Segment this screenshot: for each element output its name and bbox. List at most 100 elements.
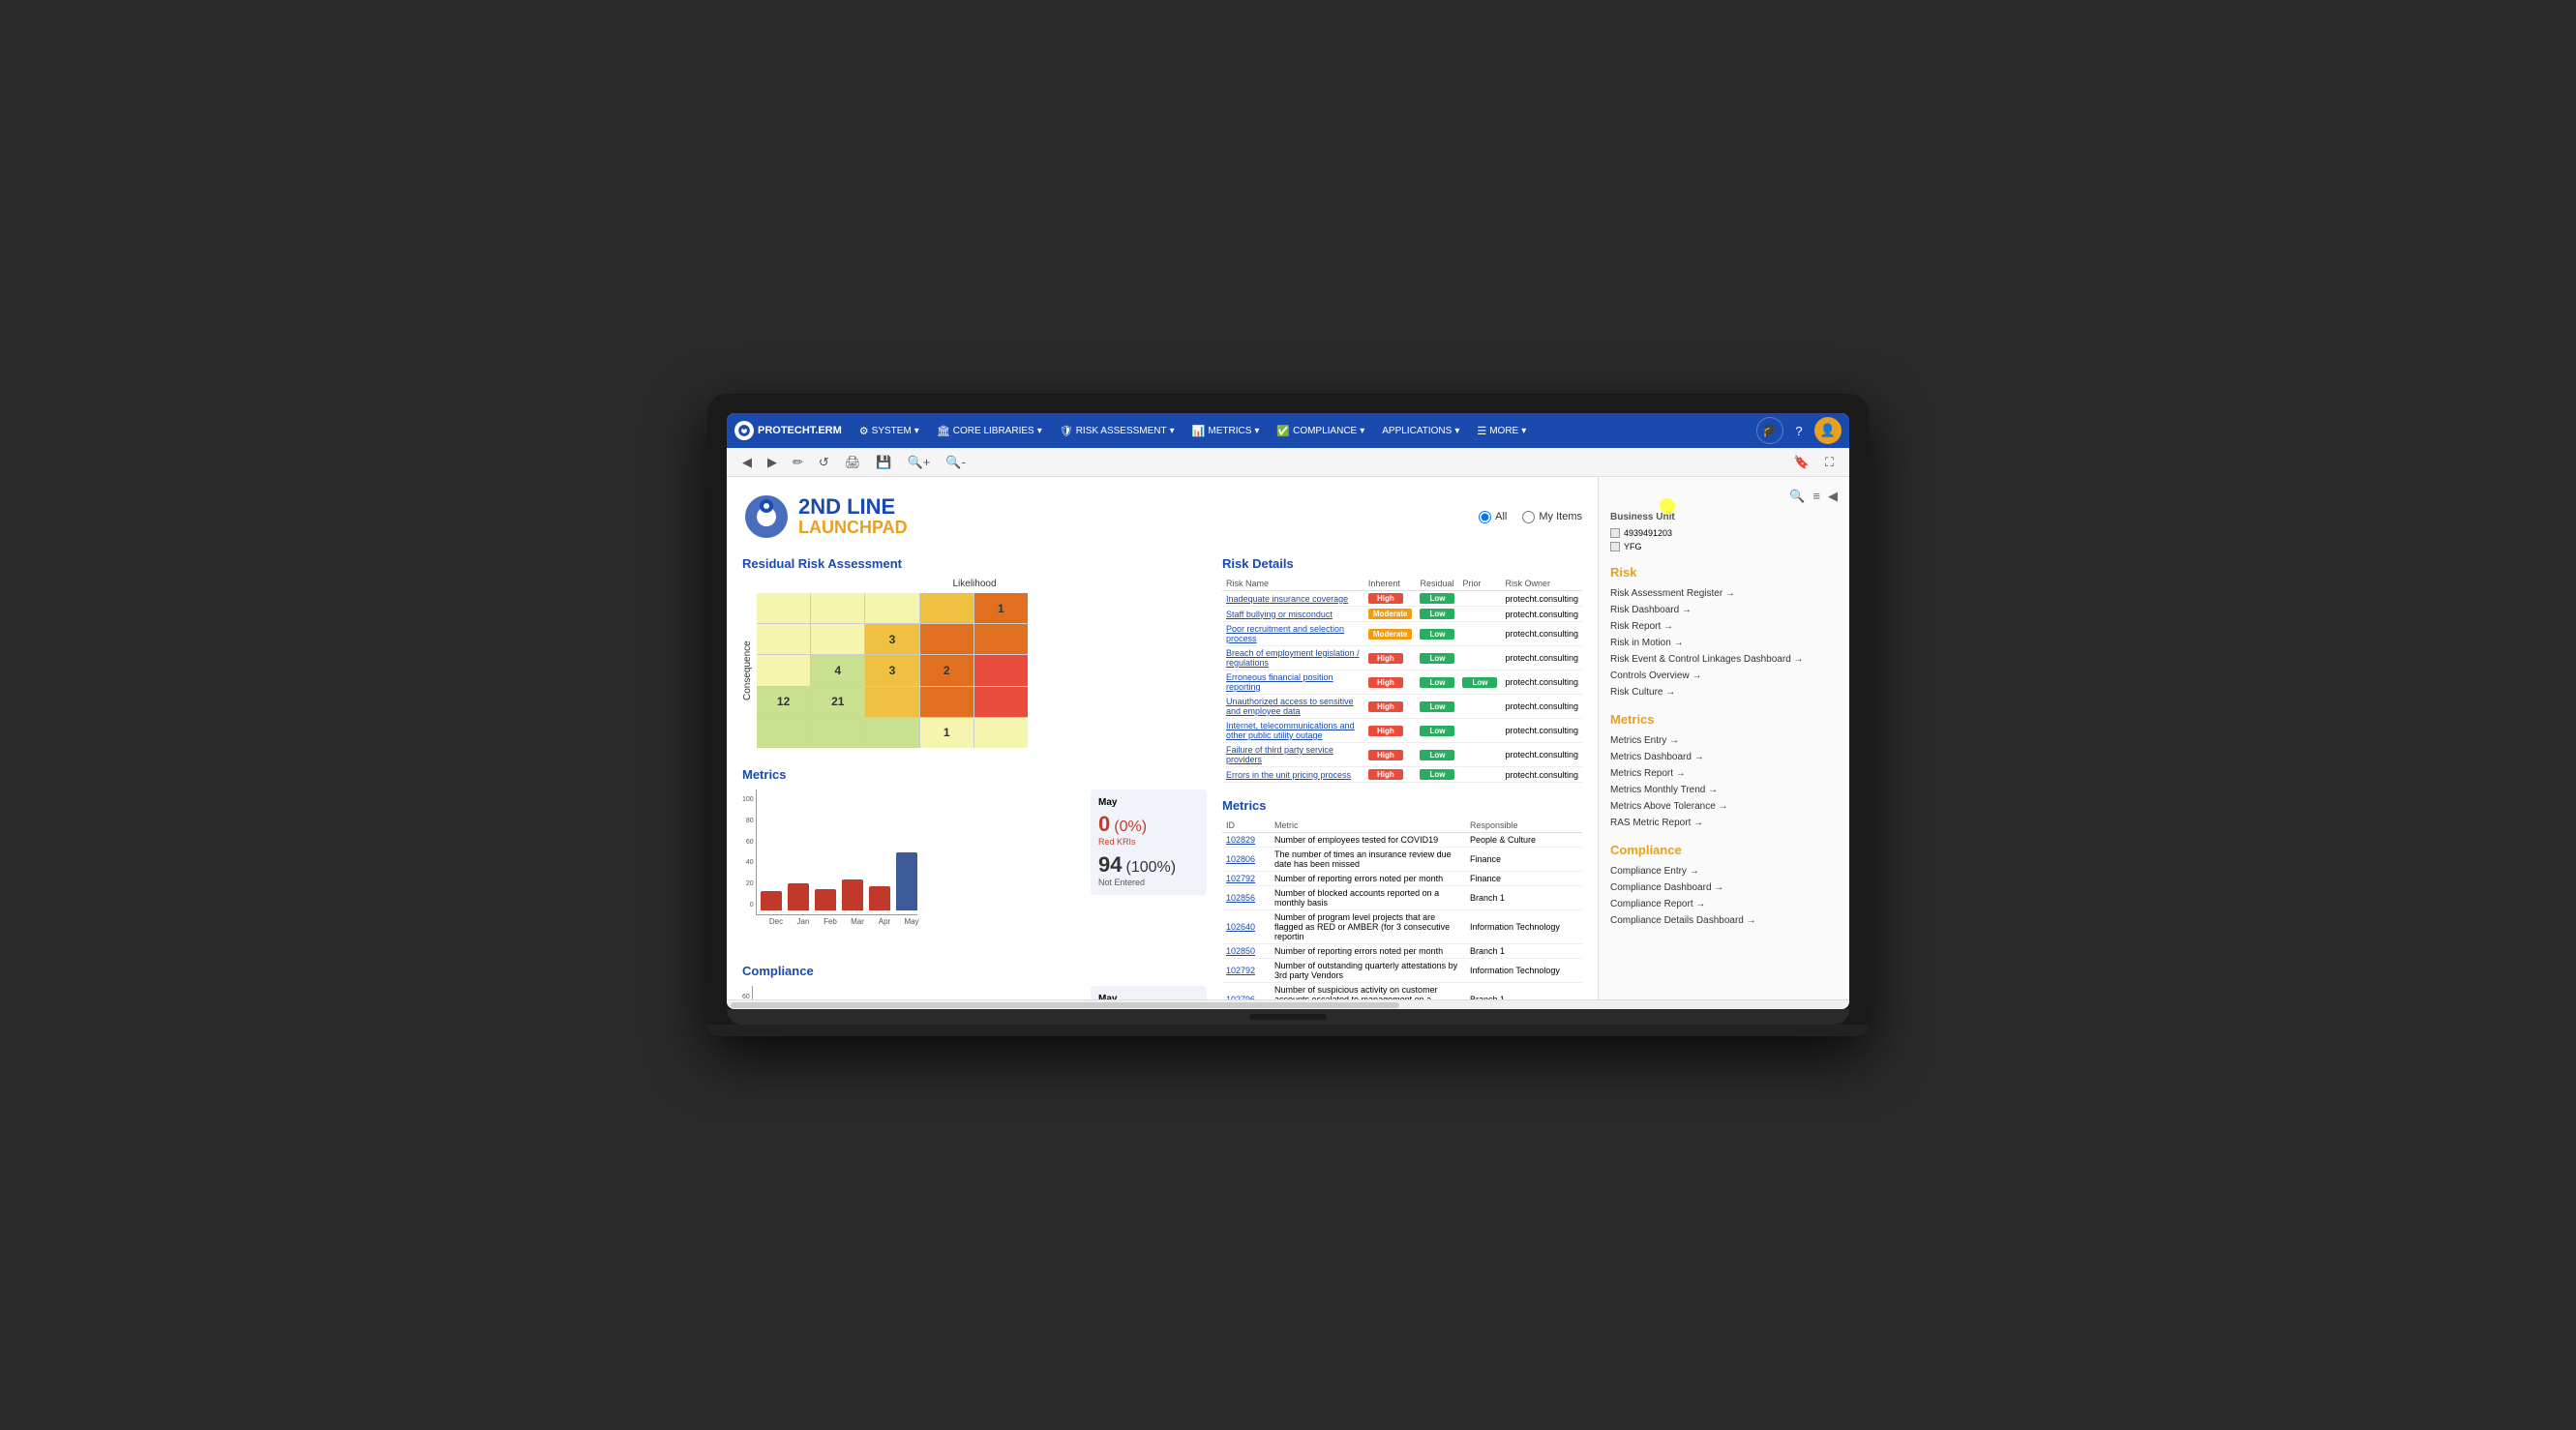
sidebar-risk-title: Risk <box>1610 565 1838 580</box>
risk-name-link[interactable]: Erroneous financial position reporting <box>1226 672 1333 692</box>
col-risk-name: Risk Name <box>1222 577 1364 591</box>
nav-applications[interactable]: APPLICATIONS ▾ <box>1374 413 1467 448</box>
risk-name-link[interactable]: Unauthorized access to sensitive and emp… <box>1226 697 1354 716</box>
bar <box>896 852 917 910</box>
refresh-btn[interactable]: ↺ <box>815 453 833 472</box>
metric-id-link[interactable]: 102796 <box>1226 995 1255 999</box>
compliance-chart-title: Compliance <box>742 964 1207 978</box>
fullscreen-icon[interactable]: ⛶ <box>1821 453 1838 472</box>
sidebar-risk-link[interactable]: Risk Dashboard → <box>1610 602 1838 618</box>
nav-logo[interactable]: PROTECHT.ERM <box>734 421 842 440</box>
bar-item <box>842 879 863 910</box>
toolbar: ◀ ▶ ✏ ↺ 🖨 💾 🔍+ 🔍- 🔖 ⛶ <box>727 448 1849 477</box>
risk-badge: High <box>1368 750 1403 760</box>
sidebar-metrics-link[interactable]: Metrics Report → <box>1610 765 1838 782</box>
user-icon[interactable]: 👤 <box>1814 417 1842 444</box>
metric-id-link[interactable]: 102792 <box>1226 874 1255 883</box>
metric-name: Number of outstanding quarterly attestat… <box>1271 959 1466 983</box>
sidebar-risk-link[interactable]: Risk in Motion → <box>1610 635 1838 651</box>
content-area: 2ND LINE LAUNCHPAD All My Items <box>727 477 1598 999</box>
edit-btn[interactable]: ✏ <box>789 453 807 472</box>
table-row: 102640Number of program level projects t… <box>1222 910 1582 944</box>
metrics-icon: 📊 <box>1192 425 1206 437</box>
risk-table-header: Risk Name Inherent Residual Prior Risk O… <box>1222 577 1582 591</box>
matrix-cell-4-0 <box>757 718 810 748</box>
sidebar-metrics-link[interactable]: Metrics Above Tolerance → <box>1610 798 1838 815</box>
sidebar-risk-link[interactable]: Risk Report → <box>1610 618 1838 635</box>
sidebar-metrics-link[interactable]: Metrics Monthly Trend → <box>1610 782 1838 798</box>
logo-text: PROTECHT.ERM <box>758 425 842 436</box>
risk-prior <box>1458 767 1501 783</box>
sidebar-compliance-title: Compliance <box>1610 843 1838 857</box>
nav-core-libraries[interactable]: 🏛 CORE LIBRARIES ▾ <box>929 413 1050 448</box>
sidebar-metrics-link[interactable]: RAS Metric Report → <box>1610 815 1838 831</box>
right-sidebar: 🔍 ≡ ◀ Business Unit 4939491203 YFG Risk … <box>1598 477 1849 999</box>
sidebar-compliance-link[interactable]: Compliance Entry → <box>1610 863 1838 879</box>
zoom-in-btn[interactable]: 🔍+ <box>904 453 935 472</box>
x-label: May <box>901 917 922 926</box>
sidebar-metrics-title: Metrics <box>1610 712 1838 727</box>
col-owner: Risk Owner <box>1501 577 1582 591</box>
risk-inherent: High <box>1364 670 1417 695</box>
help-icon[interactable]: ? <box>1785 417 1812 444</box>
filter-all[interactable]: All <box>1479 511 1507 523</box>
nav-more[interactable]: ☰ MORE ▾ <box>1469 413 1534 448</box>
sidebar-risk-link[interactable]: Controls Overview → <box>1610 668 1838 684</box>
graduation-icon[interactable]: 🎓 <box>1756 417 1783 444</box>
zoom-out-btn[interactable]: 🔍- <box>942 453 970 472</box>
matrix-cell-4-3: 1 <box>920 718 973 748</box>
sidebar-risk-link[interactable]: Risk Assessment Register → <box>1610 585 1838 602</box>
sidebar-risk-link[interactable]: Risk Culture → <box>1610 684 1838 700</box>
metric-responsible: People & Culture <box>1466 833 1582 848</box>
nav-risk-assessment[interactable]: 🛡 RISK ASSESSMENT ▾ <box>1052 413 1183 448</box>
save-btn[interactable]: 💾 <box>872 453 895 472</box>
col-metric: Metric <box>1271 819 1466 833</box>
sidebar-metrics-link[interactable]: Metrics Entry → <box>1610 732 1838 749</box>
sidebar-compliance-link[interactable]: Compliance Report → <box>1610 896 1838 912</box>
risk-name-link[interactable]: Errors in the unit pricing process <box>1226 770 1351 780</box>
matrix-cell-4-1 <box>811 718 864 748</box>
metric-responsible: Information Technology <box>1466 910 1582 944</box>
risk-inherent: High <box>1364 591 1417 607</box>
filter-my-items[interactable]: My Items <box>1522 511 1582 523</box>
sidebar-compliance-link[interactable]: Compliance Details Dashboard → <box>1610 912 1838 929</box>
risk-name-link[interactable]: Poor recruitment and selection process <box>1226 624 1344 643</box>
sidebar-compliance-link[interactable]: Compliance Dashboard → <box>1610 879 1838 896</box>
metrics-chart-section: Metrics 100 80 60 40 <box>742 767 1207 944</box>
forward-btn[interactable]: ▶ <box>764 453 781 472</box>
metric-id-link[interactable]: 102792 <box>1226 966 1255 975</box>
filter-icon[interactable]: ≡ <box>1812 489 1820 504</box>
metric-id-link[interactable]: 102850 <box>1226 946 1255 956</box>
metric-id-link[interactable]: 102856 <box>1226 893 1255 903</box>
risk-name-link[interactable]: Internet, telecommunications and other p… <box>1226 721 1355 740</box>
nav-metrics[interactable]: 📊 METRICS ▾ <box>1184 413 1268 448</box>
bookmark-icon[interactable]: 🔖 <box>1790 453 1813 472</box>
back-btn[interactable]: ◀ <box>738 453 756 472</box>
nav-system[interactable]: ⚙ SYSTEM ▾ <box>852 413 927 448</box>
print-btn[interactable]: 🖨 <box>841 453 865 472</box>
metric-id-link[interactable]: 102806 <box>1226 854 1255 864</box>
risk-name-link[interactable]: Breach of employment legislation / regul… <box>1226 648 1360 668</box>
search-icon[interactable]: 🔍 <box>1789 489 1805 504</box>
bar <box>761 891 782 910</box>
matrix-x-label: Likelihood <box>742 579 1207 589</box>
risk-name-link[interactable]: Inadequate insurance coverage <box>1226 594 1348 604</box>
metric-responsible: Finance <box>1466 848 1582 872</box>
collapse-icon[interactable]: ◀ <box>1828 489 1838 504</box>
h-scrollbar[interactable] <box>731 1002 1399 1008</box>
sidebar-compliance-links: Compliance Entry →Compliance Dashboard →… <box>1610 863 1838 929</box>
matrix-wrap: Consequence 1343212211 <box>742 593 1207 748</box>
sidebar-metrics-link[interactable]: Metrics Dashboard → <box>1610 749 1838 765</box>
risk-name-link[interactable]: Staff bullying or misconduct <box>1226 610 1333 619</box>
metric-id-link[interactable]: 102640 <box>1226 922 1255 932</box>
x-label: Dec <box>765 917 787 926</box>
metric-id-link[interactable]: 102829 <box>1226 835 1255 845</box>
risk-name-link[interactable]: Failure of third party service providers <box>1226 745 1333 764</box>
biz-unit-check[interactable] <box>1610 542 1620 551</box>
risk-badge: Low <box>1420 609 1454 619</box>
sidebar-risk-link[interactable]: Risk Event & Control Linkages Dashboard … <box>1610 651 1838 668</box>
table-row: Breach of employment legislation / regul… <box>1222 646 1582 670</box>
biz-unit-check[interactable] <box>1610 528 1620 538</box>
nav-compliance[interactable]: ✅ COMPLIANCE ▾ <box>1269 413 1372 448</box>
metric-responsible: Finance <box>1466 872 1582 886</box>
